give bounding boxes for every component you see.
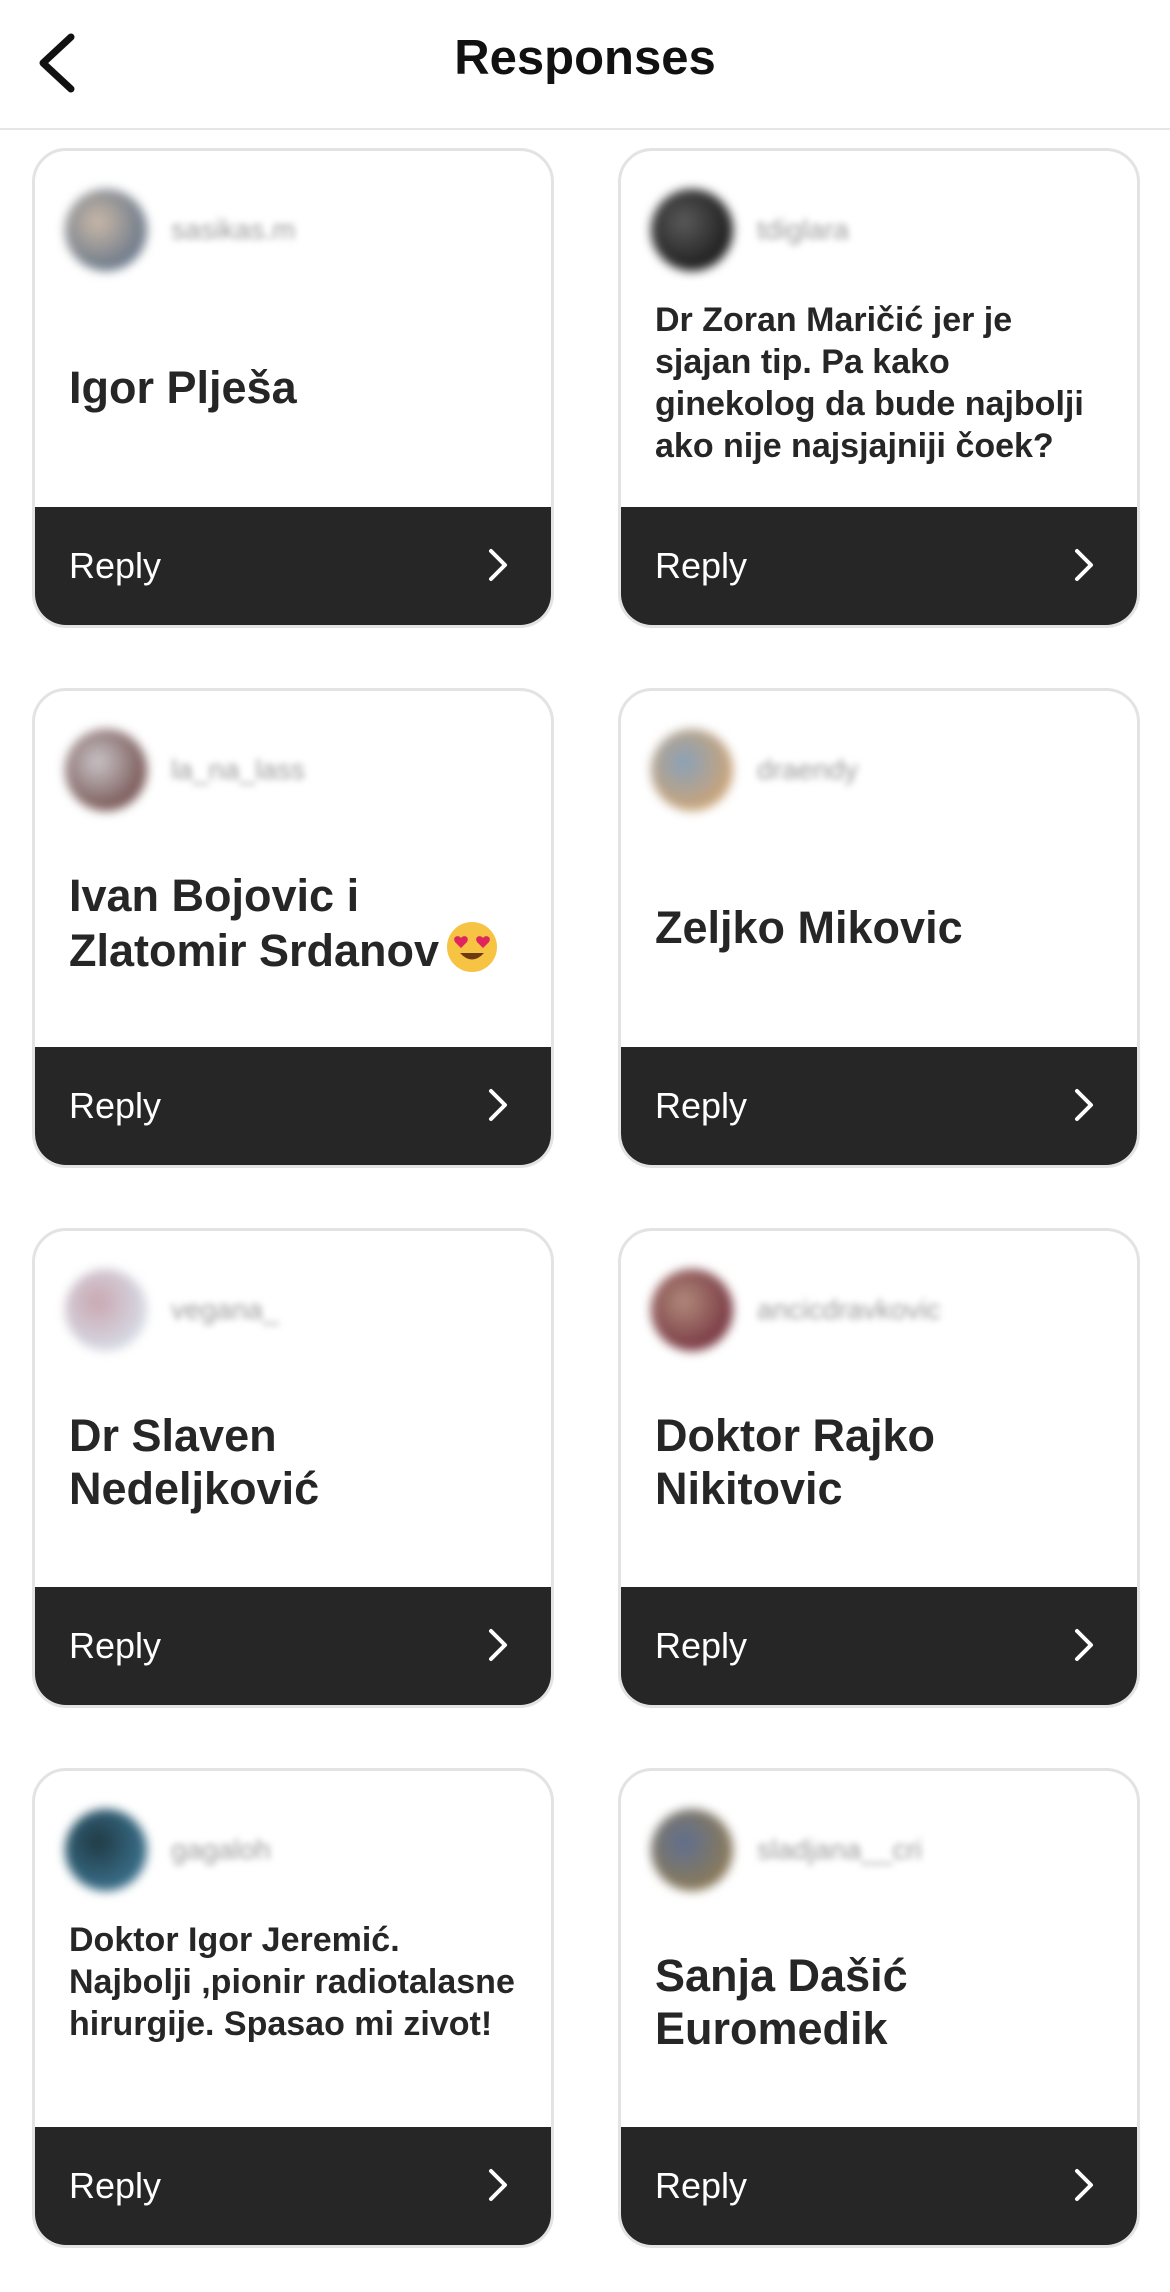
user-row: draendy [651, 729, 858, 811]
response-text: Doktor Igor Jeremić. Najbolji ,pionir ra… [69, 1919, 521, 2045]
reply-label: Reply [655, 2165, 748, 2206]
username[interactable]: sladjana__cri [757, 1834, 922, 1866]
response-content: draendy Zeljko Mikovic [621, 691, 1137, 1051]
response-card[interactable]: gagaloh Doktor Igor Jeremić. Najbolji ,pi… [32, 1768, 554, 2248]
reply-button[interactable]: Reply [35, 507, 551, 625]
response-content: tdiglara Dr Zoran Maričić jer je sjajan t… [621, 151, 1137, 511]
avatar[interactable] [65, 189, 147, 271]
reply-label: Reply [69, 1625, 162, 1666]
response-text: Zeljko Mikovic [655, 901, 1107, 954]
chevron-right-icon [1075, 2169, 1093, 2201]
reply-button[interactable]: Reply [35, 1047, 551, 1165]
user-row: la_na_lass [65, 729, 305, 811]
response-text-content: Igor Plješa [69, 362, 297, 413]
username[interactable]: vegana_ [171, 1294, 278, 1326]
response-text: Dr Slaven Nedeljković [69, 1409, 521, 1515]
user-row: sasikas.m [65, 189, 295, 271]
reply-label: Reply [69, 2165, 162, 2206]
reply-button[interactable]: Reply [621, 1047, 1137, 1165]
response-text-content: Dr Zoran Maričić jer je sjajan tip. Pa k… [655, 301, 1084, 465]
chevron-right-icon [1075, 549, 1093, 581]
response-card[interactable]: la_na_lass Ivan Bojovic i Zlatomir Srdano… [32, 688, 554, 1168]
reply-label: Reply [69, 545, 162, 586]
response-text-content: Zeljko Mikovic [655, 902, 963, 953]
response-card[interactable]: draendy Zeljko Mikovic Reply [618, 688, 1140, 1168]
user-row: tdiglara [651, 189, 849, 271]
response-text: Sanja Dašić Euromedik [655, 1949, 1107, 2055]
avatar[interactable] [65, 1809, 147, 1891]
reply-button[interactable]: Reply [621, 1587, 1137, 1705]
chevron-right-icon [489, 1089, 507, 1121]
response-content: sladjana__cri Sanja Dašić Euromedik [621, 1771, 1137, 2131]
reply-label: Reply [655, 1625, 748, 1666]
response-text: Ivan Bojovic i Zlatomir Srdanov [69, 869, 521, 977]
reply-button[interactable]: Reply [35, 1587, 551, 1705]
response-text-content: Doktor Rajko Nikitovic [655, 1410, 936, 1514]
username[interactable]: ancicdravkovic [757, 1294, 941, 1326]
response-content: la_na_lass Ivan Bojovic i Zlatomir Srdano… [35, 691, 551, 1051]
response-card[interactable]: ancicdravkovic Doktor Rajko Nikitovic Repl… [618, 1228, 1140, 1708]
user-row: vegana_ [65, 1269, 278, 1351]
reply-label: Reply [655, 1085, 748, 1126]
avatar[interactable] [651, 1269, 733, 1351]
response-content: gagaloh Doktor Igor Jeremić. Najbolji ,pi… [35, 1771, 551, 2131]
avatar[interactable] [65, 729, 147, 811]
username[interactable]: gagaloh [171, 1834, 271, 1866]
chevron-right-icon [1075, 1089, 1093, 1121]
page-title: Responses [454, 31, 716, 85]
user-row: sladjana__cri [651, 1809, 922, 1891]
reply-label: Reply [69, 1085, 162, 1126]
heart-eyes-emoji-icon [447, 922, 498, 972]
response-text: Dr Zoran Maričić jer je sjajan tip. Pa k… [655, 299, 1107, 467]
response-card[interactable]: vegana_ Dr Slaven Nedeljković Reply [32, 1228, 554, 1708]
username[interactable]: draendy [757, 754, 858, 786]
response-text-content: Ivan Bojovic i Zlatomir Srdanov [69, 870, 440, 976]
chevron-right-icon [489, 2169, 507, 2201]
reply-button[interactable]: Reply [35, 2127, 551, 2245]
avatar[interactable] [651, 1809, 733, 1891]
chevron-right-icon [489, 549, 507, 581]
response-text-content: Dr Slaven Nedeljković [69, 1410, 320, 1514]
response-text: Doktor Rajko Nikitovic [655, 1409, 1107, 1515]
avatar[interactable] [651, 729, 733, 811]
username[interactable]: la_na_lass [171, 754, 305, 786]
user-row: ancicdravkovic [651, 1269, 941, 1351]
username[interactable]: sasikas.m [171, 214, 295, 246]
response-content: vegana_ Dr Slaven Nedeljković [35, 1231, 551, 1591]
response-content: sasikas.m Igor Plješa [35, 151, 551, 511]
reply-button[interactable]: Reply [621, 2127, 1137, 2245]
reply-button[interactable]: Reply [621, 507, 1137, 625]
reply-label: Reply [655, 545, 748, 586]
response-card[interactable]: sladjana__cri Sanja Dašić Euromedik Reply [618, 1768, 1140, 2248]
chevron-right-icon [489, 1629, 507, 1661]
response-card[interactable]: sasikas.m Igor Plješa Reply [32, 148, 554, 628]
response-text: Igor Plješa [69, 361, 521, 414]
avatar[interactable] [651, 189, 733, 271]
header: Responses [0, 0, 1170, 130]
response-card[interactable]: tdiglara Dr Zoran Maričić jer je sjajan t… [618, 148, 1140, 628]
response-text-content: Doktor Igor Jeremić. Najbolji ,pionir ra… [69, 1921, 515, 2043]
user-row: gagaloh [65, 1809, 271, 1891]
avatar[interactable] [65, 1269, 147, 1351]
response-content: ancicdravkovic Doktor Rajko Nikitovic [621, 1231, 1137, 1591]
responses-grid: sasikas.m Igor Plješa Reply tdiglara Dr Zora… [32, 148, 1140, 2248]
chevron-right-icon [1075, 1629, 1093, 1661]
response-text-content: Sanja Dašić Euromedik [655, 1950, 908, 2054]
username[interactable]: tdiglara [757, 214, 849, 246]
